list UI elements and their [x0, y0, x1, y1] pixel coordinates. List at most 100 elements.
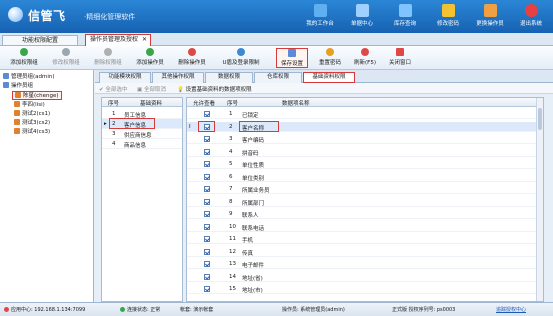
tab-data-permission[interactable]: 数据权限: [205, 72, 253, 83]
table-row[interactable]: 1 已锁定: [187, 109, 543, 119]
table-row[interactable]: 3 客户编码: [187, 134, 543, 144]
tree-node-admin-group[interactable]: 管理员组(admin): [3, 73, 55, 81]
allow-view-checkbox[interactable]: [204, 161, 210, 167]
delete-group-button[interactable]: 删除权限组: [88, 48, 128, 68]
usb-key-icon: [237, 48, 245, 56]
tab-other-permission[interactable]: 其他操作权限: [152, 72, 204, 83]
checkbox-highlight: [198, 120, 215, 132]
save-settings-button[interactable]: 保存设置: [276, 48, 308, 68]
hint-text: 💡 设置基础资料的数据项权限: [177, 87, 252, 93]
table-row[interactable]: 13 电子邮件: [187, 259, 543, 269]
row-number: 8: [229, 198, 233, 205]
data-item-name: 已锁定: [242, 113, 259, 119]
edit-group-button[interactable]: 修改权限组: [46, 48, 86, 68]
document-center-button[interactable]: 单据中心: [342, 4, 382, 31]
table-row[interactable]: 15 地址(市): [187, 284, 543, 294]
allow-view-checkbox[interactable]: [204, 136, 210, 142]
allow-view-checkbox[interactable]: [204, 111, 210, 117]
add-operator-button[interactable]: 添加操作员: [130, 48, 170, 68]
basic-data-grid: 序号 基础资料 1 员工信息 ▸ 2 客户信息 3 供应商信息 4 商品信息: [101, 97, 183, 302]
data-item-name: 地址(省): [242, 275, 263, 282]
refresh-button[interactable]: 刷新(F5): [350, 48, 380, 68]
tree-node-cs2[interactable]: 测试3(cs2): [14, 119, 50, 127]
delete-operator-button[interactable]: 删除操作员: [172, 48, 212, 68]
reset-password-button[interactable]: 重置密码: [314, 48, 346, 68]
tab-basic-data-permission[interactable]: 基础资料权限: [303, 72, 355, 83]
data-item-name: 单位类别: [242, 175, 265, 182]
change-password-button[interactable]: 修改密码: [428, 4, 468, 31]
table-row[interactable]: 14 地址(省): [187, 272, 543, 282]
status-app-center: 应用中心: 192.168.1.134:7099: [4, 306, 85, 313]
deselect-all-button[interactable]: ▣ 全部取消: [137, 85, 166, 93]
folder-icon: [3, 82, 9, 88]
tab-module-permission[interactable]: 功能模块权限: [99, 72, 151, 83]
data-item-name: 所属部门: [242, 200, 265, 207]
row-number: 12: [229, 248, 236, 255]
tab-function-permission[interactable]: 功能权限配置: [2, 35, 78, 46]
add-group-button[interactable]: 添加权限组: [4, 48, 44, 68]
table-row[interactable]: 8 所属部门: [187, 197, 543, 207]
data-item-name: 手机: [242, 238, 254, 244]
allow-view-checkbox[interactable]: [204, 261, 210, 267]
basic-data-grid-header: 序号 基础资料: [102, 98, 182, 107]
allow-view-checkbox[interactable]: [204, 198, 210, 205]
folder-icon: [3, 73, 9, 79]
allow-view-checkbox[interactable]: [204, 236, 210, 242]
status-connection: 连接状态: 正常: [120, 306, 160, 313]
data-item-name: 联系人: [242, 213, 259, 219]
key-icon: [326, 48, 334, 56]
allow-view-checkbox[interactable]: [204, 223, 210, 230]
close-tab-icon[interactable]: ✕: [142, 35, 147, 45]
delete-group-icon: [104, 48, 112, 56]
allow-view-checkbox[interactable]: [204, 148, 210, 155]
table-row[interactable]: 10 联系电话: [187, 222, 543, 232]
data-item-name: 传真: [242, 250, 254, 257]
allow-view-checkbox[interactable]: [204, 286, 210, 292]
data-item-grid-header: 允许查看 序号 数据项名称: [187, 98, 543, 107]
table-row[interactable]: 9 联系人: [187, 209, 543, 219]
exit-icon: [524, 4, 538, 17]
tree-node-cs3[interactable]: 测试4(cs3): [14, 128, 50, 136]
row-number: 7: [229, 186, 233, 192]
switch-operator-button[interactable]: 更换操作员: [470, 4, 510, 31]
table-row[interactable]: 4 拼音码: [187, 147, 543, 157]
selection-highlight: [109, 118, 155, 129]
my-workbench-button[interactable]: 我的工作台: [300, 4, 340, 31]
license-center-link[interactable]: 追踪授权中心: [496, 306, 526, 313]
row-number: 15: [229, 286, 236, 292]
table-row[interactable]: 12 传真: [187, 247, 543, 257]
tab-warehouse-permission[interactable]: 仓库权限: [254, 72, 302, 83]
window-tab-bar: 功能权限配置 操作员管理及授权 ✕: [0, 33, 553, 46]
scrollbar-thumb[interactable]: [538, 108, 542, 130]
allow-view-checkbox[interactable]: [204, 173, 210, 180]
vertical-scrollbar[interactable]: [536, 98, 543, 301]
tree-node-chenge[interactable]: 陈星(chenge): [12, 91, 62, 100]
exit-system-button[interactable]: 退出系统: [511, 4, 551, 31]
table-row[interactable]: 7 所属业务员: [187, 184, 543, 194]
inventory-query-button[interactable]: 库存查询: [385, 4, 425, 31]
close-window-button[interactable]: 关闭窗口: [384, 48, 416, 68]
data-item-name: 地址(市): [242, 288, 263, 294]
tree-node-cs1[interactable]: 测试2(cs1): [14, 110, 50, 118]
table-row[interactable]: 4 商品信息: [102, 139, 182, 149]
select-all-button[interactable]: ✔ 全部选中: [99, 85, 127, 93]
tree-node-operator-group[interactable]: 操作员组: [3, 82, 33, 90]
tab-operator-management[interactable]: 操作员管理及授权 ✕: [85, 34, 151, 46]
usb-key-login-limit-button[interactable]: U盾及登录限制: [216, 48, 266, 68]
table-row[interactable]: 3 供应商信息: [102, 129, 182, 139]
allow-view-checkbox[interactable]: [204, 186, 210, 192]
lock-icon: [441, 4, 455, 17]
allow-view-checkbox[interactable]: [204, 211, 210, 217]
user-icon: [14, 110, 20, 116]
row-number: 9: [229, 211, 233, 217]
data-item-name: 拼音码: [242, 150, 259, 157]
permission-tabs: 功能模块权限 其他操作权限 数据权限 仓库权限 基础资料权限: [95, 70, 553, 83]
table-row[interactable]: 11 手机: [187, 234, 543, 244]
row-number: 4: [229, 148, 233, 155]
table-row[interactable]: 6 单位类别: [187, 172, 543, 182]
allow-view-checkbox[interactable]: [204, 273, 210, 280]
table-row[interactable]: 5 单位性质: [187, 159, 543, 169]
tree-node-lisi[interactable]: 李四(lisi): [14, 101, 45, 109]
close-window-icon: [396, 48, 404, 56]
allow-view-checkbox[interactable]: [204, 248, 210, 255]
